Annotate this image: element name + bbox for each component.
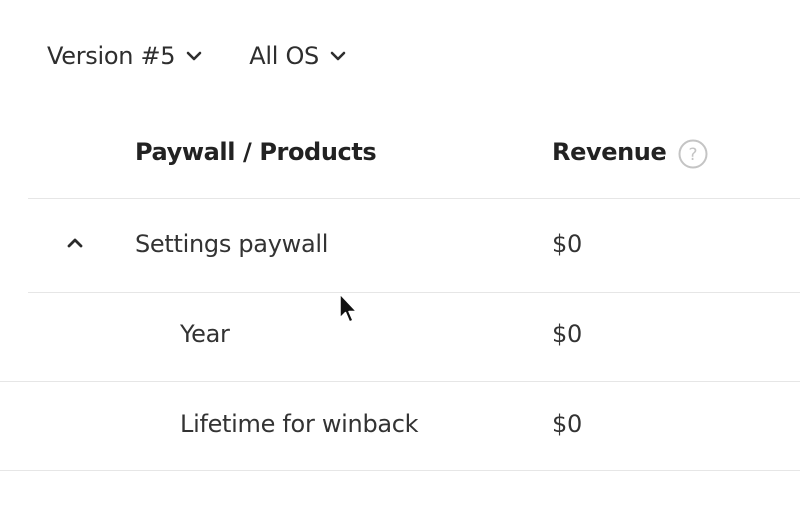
product-revenue-year: $0	[552, 320, 582, 348]
row-divider	[28, 292, 800, 293]
svg-text:?: ?	[688, 145, 697, 165]
column-header-paywall-products: Paywall / Products	[135, 138, 377, 166]
row-divider	[0, 381, 800, 382]
product-name-year: Year	[180, 320, 230, 348]
question-circle-icon[interactable]: ?	[678, 139, 708, 169]
paywall-revenue-panel: Version #5 All OS Paywall / Products Rev…	[0, 0, 800, 514]
os-dropdown-label: All OS	[249, 42, 319, 70]
filter-bar: Version #5 All OS	[47, 42, 393, 70]
header-divider	[28, 198, 800, 199]
mouse-cursor-icon	[338, 293, 360, 327]
chevron-down-icon	[329, 47, 347, 65]
table-header: Paywall / Products Revenue ?	[0, 138, 800, 172]
paywall-name[interactable]: Settings paywall	[135, 230, 328, 258]
product-name-lifetime: Lifetime for winback	[180, 410, 419, 438]
chevron-up-icon[interactable]	[64, 234, 86, 248]
version-dropdown-label: Version #5	[47, 42, 176, 70]
chevron-down-icon	[185, 47, 203, 65]
column-header-revenue: Revenue	[552, 138, 667, 166]
row-divider	[0, 470, 800, 471]
os-dropdown[interactable]: All OS	[249, 42, 347, 70]
paywall-revenue: $0	[552, 230, 582, 258]
version-dropdown[interactable]: Version #5	[47, 42, 203, 70]
product-revenue-lifetime: $0	[552, 410, 582, 438]
